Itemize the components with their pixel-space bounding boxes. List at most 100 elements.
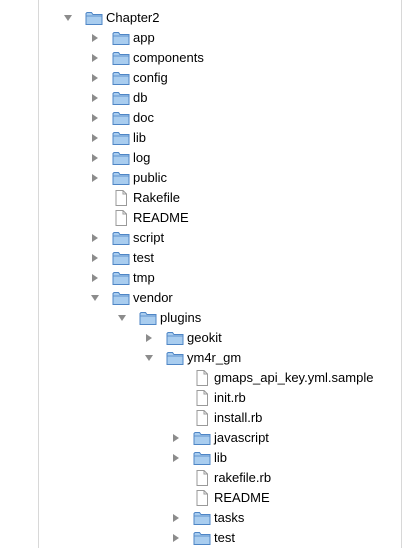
item-label: tmp xyxy=(133,270,155,285)
folder-icon xyxy=(193,450,211,466)
disclosure-triangle-collapsed-icon[interactable] xyxy=(88,168,102,188)
folder-row-chapter2[interactable]: Chapter2 xyxy=(39,8,401,28)
folder-icon xyxy=(112,90,130,106)
folder-icon xyxy=(139,310,157,326)
folder-row-javascript[interactable]: javascript xyxy=(39,428,401,448)
item-label: log xyxy=(133,150,151,165)
disclosure-triangle-collapsed-icon[interactable] xyxy=(88,28,102,48)
file-row-rakefile[interactable]: Rakefile xyxy=(39,188,401,208)
file-row-install-rb[interactable]: install.rb xyxy=(39,408,401,428)
disclosure-triangle-expanded-icon[interactable] xyxy=(115,308,129,328)
folder-row-plugins[interactable]: plugins xyxy=(39,308,401,328)
item-label: install.rb xyxy=(214,410,263,425)
folder-row-public[interactable]: public xyxy=(39,168,401,188)
disclosure-triangle-expanded-icon[interactable] xyxy=(61,8,75,28)
file-tree: Chapter2 app components config db doc lib log pu… xyxy=(38,0,402,548)
file-row-init-rb[interactable]: init.rb xyxy=(39,388,401,408)
item-label: components xyxy=(133,50,204,65)
item-label: rakefile.rb xyxy=(214,470,272,485)
folder-icon xyxy=(166,350,184,366)
item-label: doc xyxy=(133,110,154,125)
folder-icon xyxy=(112,110,130,126)
item-label: lib xyxy=(214,450,228,465)
item-label: gmaps_api_key.yml.sample xyxy=(214,370,374,385)
document-icon xyxy=(112,190,130,206)
item-label: script xyxy=(133,230,165,245)
disclosure-triangle-collapsed-icon[interactable] xyxy=(88,268,102,288)
item-label: test xyxy=(214,530,235,545)
item-label: javascript xyxy=(214,430,269,445)
folder-row-test[interactable]: test xyxy=(39,528,401,548)
item-label: README xyxy=(214,490,270,505)
document-icon xyxy=(193,470,211,486)
folder-row-ym4r-gm[interactable]: ym4r_gm xyxy=(39,348,401,368)
file-row-gmaps-api-key-yml-sample[interactable]: gmaps_api_key.yml.sample xyxy=(39,368,401,388)
folder-icon xyxy=(112,170,130,186)
folder-row-lib[interactable]: lib xyxy=(39,448,401,468)
disclosure-triangle-collapsed-icon[interactable] xyxy=(88,228,102,248)
disclosure-triangle-expanded-icon[interactable] xyxy=(142,348,156,368)
folder-row-test[interactable]: test xyxy=(39,248,401,268)
folder-row-app[interactable]: app xyxy=(39,28,401,48)
disclosure-triangle-expanded-icon[interactable] xyxy=(88,288,102,308)
folder-row-lib[interactable]: lib xyxy=(39,128,401,148)
disclosure-triangle-collapsed-icon[interactable] xyxy=(169,448,183,468)
folder-icon xyxy=(112,130,130,146)
document-icon xyxy=(193,490,211,506)
folder-row-config[interactable]: config xyxy=(39,68,401,88)
document-icon xyxy=(193,410,211,426)
item-label: geokit xyxy=(187,330,222,345)
disclosure-triangle-collapsed-icon[interactable] xyxy=(88,148,102,168)
folder-icon xyxy=(193,530,211,546)
folder-icon xyxy=(112,30,130,46)
folder-row-vendor[interactable]: vendor xyxy=(39,288,401,308)
item-label: public xyxy=(133,170,167,185)
item-label: Chapter2 xyxy=(106,10,160,25)
folder-icon xyxy=(112,230,130,246)
disclosure-triangle-collapsed-icon[interactable] xyxy=(169,508,183,528)
folder-icon xyxy=(112,290,130,306)
file-row-readme[interactable]: README xyxy=(39,208,401,228)
folder-icon xyxy=(112,50,130,66)
folder-row-geokit[interactable]: geokit xyxy=(39,328,401,348)
item-label: app xyxy=(133,30,155,45)
disclosure-triangle-collapsed-icon[interactable] xyxy=(169,428,183,448)
disclosure-triangle-collapsed-icon[interactable] xyxy=(169,528,183,548)
folder-row-components[interactable]: components xyxy=(39,48,401,68)
item-label: tasks xyxy=(214,510,245,525)
disclosure-triangle-collapsed-icon[interactable] xyxy=(142,328,156,348)
folder-row-log[interactable]: log xyxy=(39,148,401,168)
item-label: ym4r_gm xyxy=(187,350,242,365)
folder-row-doc[interactable]: doc xyxy=(39,108,401,128)
folder-row-script[interactable]: script xyxy=(39,228,401,248)
disclosure-triangle-collapsed-icon[interactable] xyxy=(88,248,102,268)
disclosure-triangle-collapsed-icon[interactable] xyxy=(88,128,102,148)
disclosure-triangle-collapsed-icon[interactable] xyxy=(88,108,102,128)
item-label: plugins xyxy=(160,310,202,325)
item-label: test xyxy=(133,250,154,265)
disclosure-triangle-collapsed-icon[interactable] xyxy=(88,48,102,68)
item-label: README xyxy=(133,210,189,225)
document-icon xyxy=(112,210,130,226)
folder-row-db[interactable]: db xyxy=(39,88,401,108)
item-label: db xyxy=(133,90,148,105)
file-row-readme[interactable]: README xyxy=(39,488,401,508)
disclosure-triangle-collapsed-icon[interactable] xyxy=(88,88,102,108)
file-row-rakefile-rb[interactable]: rakefile.rb xyxy=(39,468,401,488)
disclosure-triangle-collapsed-icon[interactable] xyxy=(88,68,102,88)
document-icon xyxy=(193,370,211,386)
item-label: init.rb xyxy=(214,390,246,405)
folder-icon xyxy=(112,250,130,266)
folder-row-tmp[interactable]: tmp xyxy=(39,268,401,288)
item-label: Rakefile xyxy=(133,190,180,205)
folder-icon xyxy=(85,10,103,26)
item-label: vendor xyxy=(133,290,173,305)
folder-icon xyxy=(193,510,211,526)
folder-row-tasks[interactable]: tasks xyxy=(39,508,401,528)
item-label: config xyxy=(133,70,168,85)
document-icon xyxy=(193,390,211,406)
folder-icon xyxy=(112,70,130,86)
folder-icon xyxy=(166,330,184,346)
folder-icon xyxy=(112,150,130,166)
folder-icon xyxy=(193,430,211,446)
